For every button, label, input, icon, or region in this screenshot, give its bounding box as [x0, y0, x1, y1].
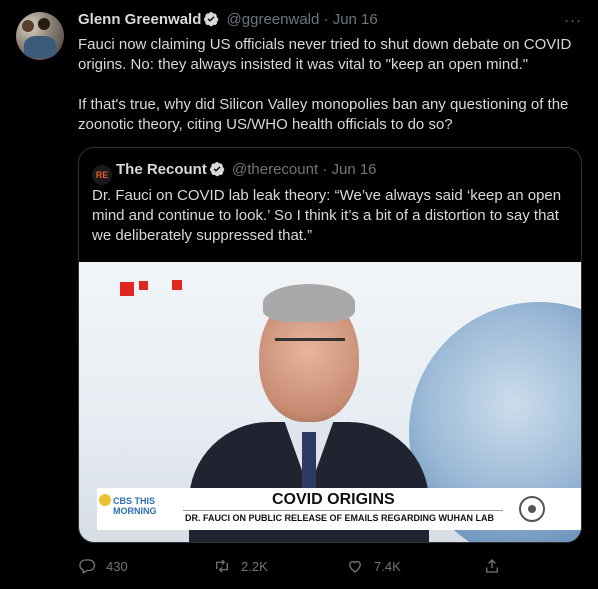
tweet-header: Glenn Greenwald @ggreenwald · Jun 16 [78, 10, 378, 30]
retweet-count: 2.2K [241, 558, 268, 574]
quoted-tweet-header: RE The Recount @therecount · Jun 16 [92, 160, 377, 185]
quoted-avatar: RE [92, 165, 112, 185]
divider [183, 510, 503, 511]
separator: · [322, 161, 328, 178]
red-square [172, 280, 182, 290]
reply-button[interactable]: 430 [78, 557, 128, 575]
quoted-tweet-text: Dr. Fauci on COVID lab leak theory: “We’… [92, 187, 562, 244]
news-headline: COVID ORIGINS [272, 491, 395, 508]
verified-icon [203, 11, 219, 27]
person-tie [302, 432, 316, 492]
quoted-author-name: The Recount [116, 161, 207, 178]
reply-count: 430 [106, 558, 128, 574]
more-options-icon[interactable]: ··· [562, 12, 584, 30]
cbs-eye-icon [519, 496, 545, 522]
news-lower-third: CBS THIS MORNING COVID ORIGINS DR. FAUCI… [97, 488, 581, 530]
logo-line1: CBS THIS [113, 496, 156, 506]
tweet-date[interactable]: Jun 16 [333, 11, 378, 28]
reply-icon [79, 559, 96, 574]
author-name[interactable]: Glenn Greenwald [78, 11, 201, 28]
quoted-author-handle: @therecount [232, 161, 319, 178]
retweet-button[interactable]: 2.2K [213, 557, 268, 575]
tweet-actions: 430 2.2K 7.4K [78, 557, 578, 577]
tweet-paragraph: Fauci now claiming US officials never tr… [78, 36, 572, 73]
news-subline: DR. FAUCI ON PUBLIC RELEASE OF EMAILS RE… [185, 513, 495, 523]
tweet-text: Fauci now claiming US officials never tr… [78, 35, 578, 155]
like-count: 7.4K [374, 558, 401, 574]
like-button[interactable]: 7.4K [346, 557, 401, 575]
verified-icon [209, 161, 225, 177]
quoted-tweet-date: Jun 16 [331, 161, 377, 178]
retweet-icon [216, 559, 228, 573]
heart-icon [349, 560, 361, 573]
share-button[interactable] [483, 557, 511, 575]
tweet[interactable]: Glenn Greenwald @ggreenwald · Jun 16 ···… [0, 0, 598, 589]
video-thumbnail[interactable]: CBS THIS MORNING COVID ORIGINS DR. FAUCI… [79, 262, 581, 542]
cbs-this-morning-logo: CBS THIS MORNING [99, 494, 169, 526]
quoted-tweet[interactable]: RE The Recount @therecount · Jun 16 Dr. F… [78, 147, 582, 543]
tweet-paragraph: If that's true, why did Silicon Valley m… [78, 96, 569, 133]
avatar[interactable] [16, 12, 64, 60]
author-handle[interactable]: @ggreenwald [227, 11, 320, 28]
glasses [275, 338, 345, 361]
share-icon [486, 559, 498, 573]
red-square [139, 281, 148, 290]
separator: · [323, 11, 329, 28]
person-hair [263, 284, 355, 322]
logo-line2: MORNING [113, 506, 157, 516]
red-square [120, 282, 134, 296]
